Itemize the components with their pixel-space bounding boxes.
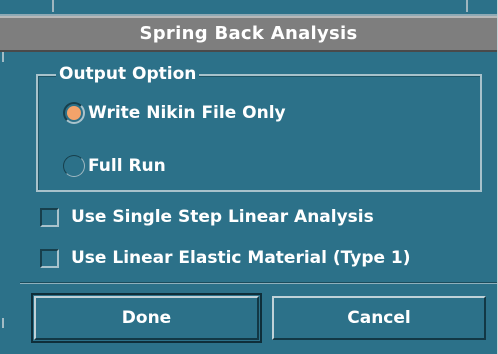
strip-divider [466,0,468,12]
button-separator [20,282,497,284]
output-option-legend: Output Option [56,63,200,85]
checkbox-icon[interactable] [40,248,59,268]
radio-unselected-icon[interactable] [63,155,85,177]
radio-write-nikin-file-only[interactable]: Write Nikin File Only [63,102,286,124]
radio-label: Write Nikin File Only [88,103,286,123]
left-window-edge [0,52,20,354]
dialog-title: Spring Back Analysis [0,16,497,52]
radio-full-run[interactable]: Full Run [63,155,166,177]
radio-label: Full Run [88,156,166,176]
cancel-button[interactable]: Cancel [272,296,486,340]
edge-tick [2,52,4,62]
spring-back-analysis-dialog: Spring Back Analysis Output Option Write… [0,0,498,354]
done-button[interactable]: Done [31,293,262,343]
checkbox-icon[interactable] [40,207,59,227]
checkbox-single-step-linear[interactable]: Use Single Step Linear Analysis [40,207,374,227]
edge-tick [2,318,4,328]
radio-dot-icon [67,106,81,120]
strip-divider [52,0,54,12]
checkbox-label: Use Linear Elastic Material (Type 1) [71,248,411,268]
checkbox-label: Use Single Step Linear Analysis [71,207,374,227]
top-window-strip [0,0,497,16]
checkbox-linear-elastic-material[interactable]: Use Linear Elastic Material (Type 1) [40,248,411,268]
radio-selected-icon[interactable] [63,102,85,124]
